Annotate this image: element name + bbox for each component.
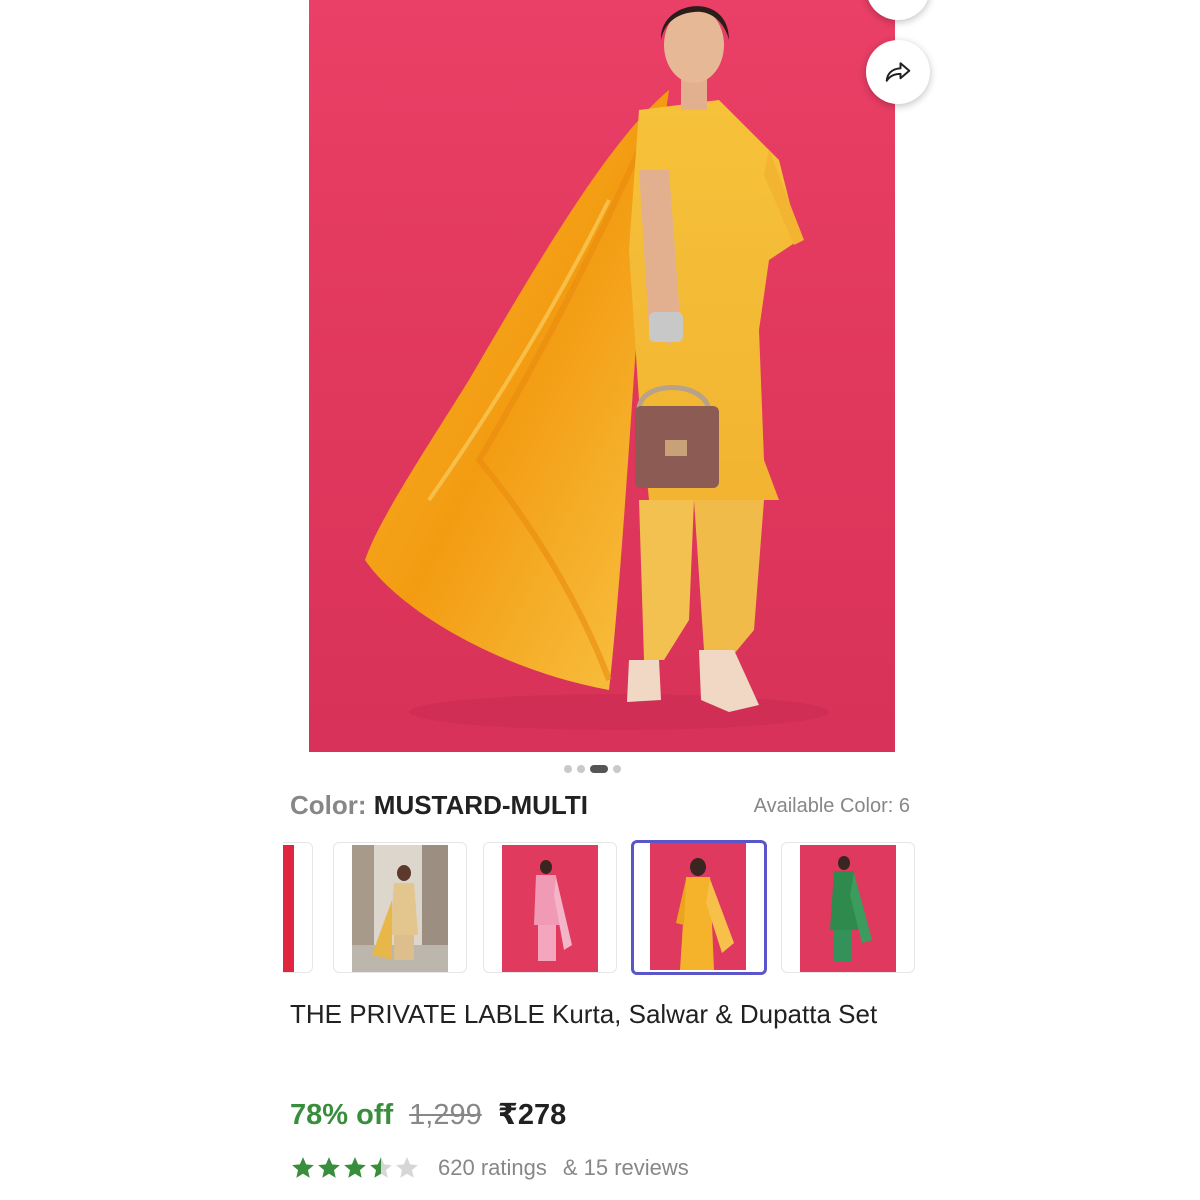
color-label: Color: MUSTARD-MULTI xyxy=(290,790,588,821)
star-full-icon xyxy=(292,1157,314,1178)
ratings-count: 620 ratings xyxy=(438,1155,547,1180)
color-swatch-beige[interactable] xyxy=(333,842,467,973)
star-full-icon xyxy=(344,1157,366,1178)
model-illustration xyxy=(365,6,829,730)
swatch-thumbnail xyxy=(502,845,598,972)
swatch-thumbnail xyxy=(283,845,294,972)
color-swatch-red[interactable] xyxy=(283,842,313,973)
image-carousel-indicator xyxy=(564,765,621,773)
swatch-thumbnail xyxy=(800,845,896,972)
price-row: 78% off 1,299 ₹278 xyxy=(290,1097,566,1132)
reviews-count: & 15 reviews xyxy=(562,1155,689,1180)
color-selector-header: Color: MUSTARD-MULTI Available Color: 6 xyxy=(290,790,910,824)
carousel-dot[interactable] xyxy=(613,765,621,773)
share-button[interactable] xyxy=(866,40,930,104)
color-swatch-mustard[interactable] xyxy=(631,840,767,975)
product-title: THE PRIVATE LABLE Kurta, Salwar & Dupatt… xyxy=(290,999,878,1029)
star-full-icon xyxy=(318,1157,340,1178)
star-half-icon xyxy=(370,1157,392,1178)
star-rating xyxy=(290,1155,420,1181)
color-swatch-pink[interactable] xyxy=(483,842,617,973)
rating-summary[interactable]: 620 ratings & 15 reviews xyxy=(290,1155,689,1181)
swatch-thumbnail xyxy=(650,843,746,970)
product-main-image[interactable] xyxy=(309,0,895,752)
color-swatch-green[interactable] xyxy=(781,842,915,973)
original-price: 1,299 xyxy=(409,1099,482,1131)
star-empty-icon xyxy=(396,1157,418,1178)
selected-color-value: MUSTARD-MULTI xyxy=(373,790,588,820)
color-swatch-list[interactable] xyxy=(283,840,915,975)
heart-icon xyxy=(884,0,912,2)
available-colors-count: Available Color: 6 xyxy=(753,795,910,817)
swatch-thumbnail xyxy=(352,845,448,972)
selling-price: ₹278 xyxy=(497,1099,567,1131)
color-label-text: Color: xyxy=(290,790,367,820)
carousel-dot[interactable] xyxy=(564,765,572,773)
carousel-dot[interactable] xyxy=(577,765,585,773)
share-icon xyxy=(885,62,911,82)
carousel-dot-active[interactable] xyxy=(590,765,608,773)
discount-percent: 78% off xyxy=(290,1099,394,1131)
